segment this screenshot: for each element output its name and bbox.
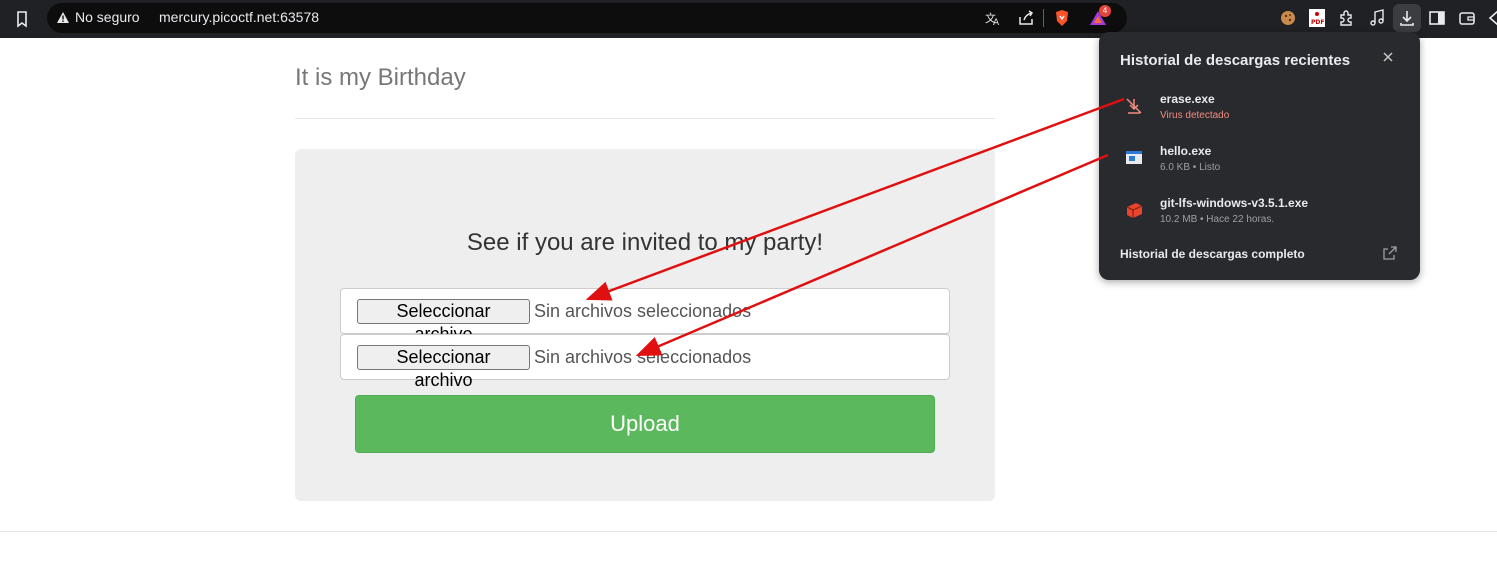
back-arrow-icon[interactable] [1484,8,1497,28]
close-icon[interactable] [1381,50,1395,64]
svg-text:PDF: PDF [1311,19,1324,26]
upload-panel: See if you are invited to my party! Sele… [295,149,995,501]
url-text[interactable]: mercury.picoctf.net:63578 [159,9,319,25]
bookmark-icon[interactable] [12,9,32,29]
file-input-1[interactable]: Seleccionar archivo Sin archivos selecci… [340,288,950,344]
warning-icon[interactable] [56,11,70,25]
upload-button[interactable]: Upload [355,395,935,453]
wallet-icon[interactable] [1457,8,1477,28]
download-icon[interactable] [1397,8,1417,28]
brave-icon[interactable] [1052,8,1072,28]
select-file-button[interactable]: Seleccionar archivo [357,299,530,344]
sidebar-icon[interactable] [1427,8,1447,28]
share-icon[interactable] [1016,8,1036,28]
download-name[interactable]: hello.exe [1160,144,1211,158]
cookie-icon[interactable] [1278,8,1298,28]
rewards-badge: 4 [1099,5,1111,17]
divider [295,118,995,119]
downloads-title: Historial de descargas recientes [1120,52,1351,69]
select-file-button[interactable]: Seleccionar archivo [357,345,530,390]
downloads-popup: Historial de descargas recientes erase.e… [1099,32,1420,280]
download-name[interactable]: git-lfs-windows-v3.5.1.exe [1160,196,1308,210]
extensions-icon[interactable] [1337,8,1357,28]
toolbar-separator [1043,9,1044,27]
executable-file-icon [1126,151,1142,164]
download-item[interactable]: hello.exe 6.0 KB • Listo [1099,144,1420,190]
security-label[interactable]: No seguro [75,9,140,25]
full-history-link[interactable]: Historial de descargas completo [1120,247,1305,261]
file-status: Sin archivos seleccionados [534,301,752,321]
address-bar[interactable]: No seguro mercury.picoctf.net:63578 文 A [47,3,1127,33]
footer-divider [0,531,1497,532]
page-title: It is my Birthday [295,64,466,91]
media-icon[interactable] [1367,8,1387,28]
download-status: 10.2 MB • Hace 22 horas. [1160,214,1275,225]
download-status: Virus detectado [1160,110,1230,121]
svg-text:A: A [993,18,1000,28]
git-icon [1126,203,1143,218]
external-link-icon[interactable] [1382,245,1398,261]
download-item[interactable]: git-lfs-windows-v3.5.1.exe 10.2 MB • Hac… [1099,196,1420,242]
translate-icon[interactable]: 文 A [983,8,1003,28]
file-status: Sin archivos seleccionados [534,347,752,367]
pdf-icon[interactable]: PDF [1307,8,1327,28]
download-name[interactable]: erase.exe [1160,92,1215,106]
download-item[interactable]: erase.exe Virus detectado [1099,92,1420,138]
invite-heading: See if you are invited to my party! [466,229,824,256]
blocked-file-icon [1126,98,1142,114]
download-status: 6.0 KB • Listo [1160,162,1221,173]
file-input-2[interactable]: Seleccionar archivo Sin archivos selecci… [340,334,950,390]
